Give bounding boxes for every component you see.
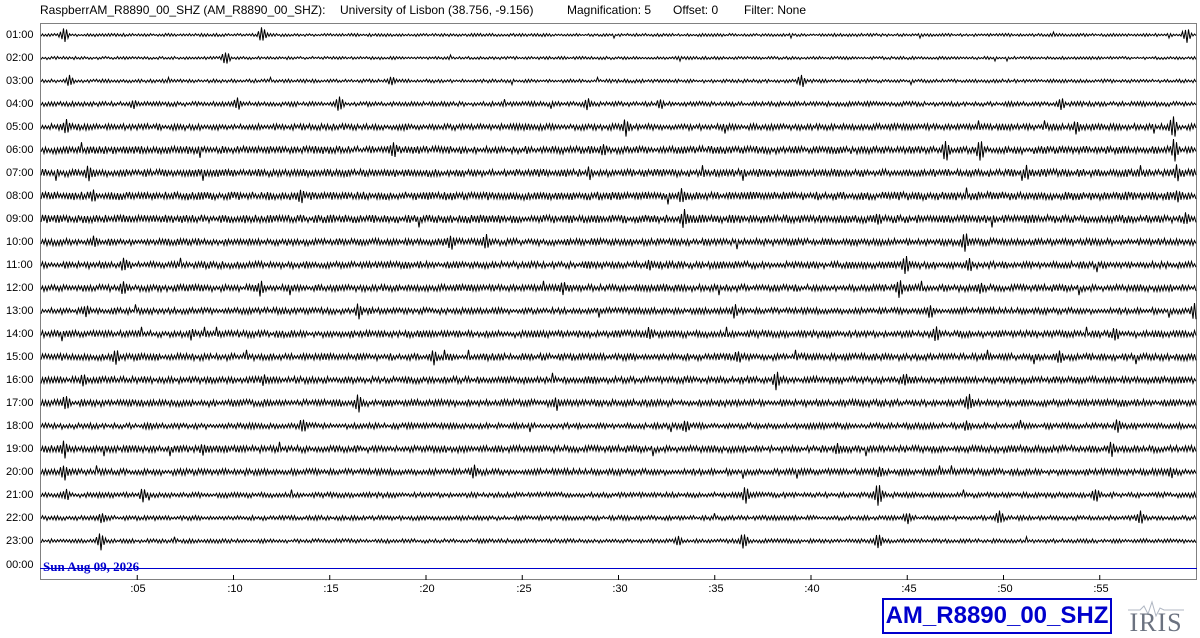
trace-line-1000 xyxy=(40,233,1197,252)
trace-line-2300 xyxy=(40,533,1197,551)
trace-line-0900 xyxy=(40,209,1197,228)
hour-label: 22:00 xyxy=(6,512,34,524)
trace-line-0600 xyxy=(40,138,1197,162)
trace-line-0300 xyxy=(40,74,1197,87)
hour-label: 06:00 xyxy=(6,144,34,156)
trace-line-1900 xyxy=(40,440,1197,459)
hour-label: 07:00 xyxy=(6,167,34,179)
x-tick-label: :10 xyxy=(227,583,243,595)
hour-label: 13:00 xyxy=(6,305,34,317)
trace-line-1500 xyxy=(40,349,1197,366)
x-tick-label: :35 xyxy=(708,583,724,595)
hour-label: 20:00 xyxy=(6,466,34,478)
trace-line-0800 xyxy=(40,187,1197,205)
hour-labels: 01:00 02:00 03:00 04:00 05:00 06:00 07:0… xyxy=(0,0,40,600)
hour-label: 09:00 xyxy=(6,213,34,225)
hour-label: 00:00 xyxy=(6,559,34,571)
trace-line-0400 xyxy=(40,96,1197,111)
x-tick-label: :55 xyxy=(1093,583,1109,595)
iris-logo-text: IRIS xyxy=(1129,608,1183,637)
current-time-line xyxy=(40,568,1197,569)
hour-label: 21:00 xyxy=(6,489,34,501)
hour-label: 19:00 xyxy=(6,443,34,455)
x-tick-label: :25 xyxy=(516,583,532,595)
trace-line-1100 xyxy=(40,256,1197,274)
hour-label: 23:00 xyxy=(6,535,34,547)
trace-line-0500 xyxy=(40,116,1197,137)
trace-line-2100 xyxy=(40,485,1197,506)
hour-label: 17:00 xyxy=(6,397,34,409)
trace-line-1600 xyxy=(40,371,1197,391)
hour-label: 11:00 xyxy=(6,259,33,271)
x-tick-label: :40 xyxy=(804,583,820,595)
hour-label: 15:00 xyxy=(6,351,34,363)
hour-label: 18:00 xyxy=(6,420,34,432)
x-tick-label: :05 xyxy=(130,583,146,595)
trace-line-0200 xyxy=(40,52,1197,64)
trace-line-1700 xyxy=(40,393,1197,413)
x-tick-label: :30 xyxy=(612,583,628,595)
x-tick-label: :15 xyxy=(323,583,339,595)
hour-label: 05:00 xyxy=(6,121,34,133)
trace-line-1200 xyxy=(40,280,1197,298)
hour-label: 03:00 xyxy=(6,75,34,87)
trace-line-1300 xyxy=(40,303,1197,320)
x-tick-label: :50 xyxy=(997,583,1013,595)
hour-label: 10:00 xyxy=(6,236,34,248)
trace-line-1400 xyxy=(40,326,1197,342)
hour-label: 08:00 xyxy=(6,190,34,202)
hour-label: 01:00 xyxy=(6,29,34,41)
date-label: Sun Aug 09, 2026 xyxy=(43,559,140,574)
trace-line-2000 xyxy=(40,464,1197,481)
iris-logo: IRIS xyxy=(1126,596,1186,637)
trace-line-0700 xyxy=(40,164,1197,182)
hour-label: 14:00 xyxy=(6,328,34,340)
hour-label: 02:00 xyxy=(6,52,34,64)
trace-line-2200 xyxy=(40,510,1197,525)
x-tick-label: :45 xyxy=(901,583,917,595)
trace-line-1800 xyxy=(40,419,1197,433)
hour-label: 12:00 xyxy=(6,282,34,294)
helicorder-window: RaspberrAM_R8890_00_SHZ (AM_R8890_00_SHZ… xyxy=(0,0,1200,638)
station-badge: AM_R8890_00_SHZ xyxy=(882,598,1112,634)
trace-line-0100 xyxy=(40,27,1197,43)
seismogram-traces xyxy=(40,27,1197,580)
hour-label: 04:00 xyxy=(6,98,34,110)
x-tick-label: :20 xyxy=(419,583,435,595)
hour-label: 16:00 xyxy=(6,374,34,386)
